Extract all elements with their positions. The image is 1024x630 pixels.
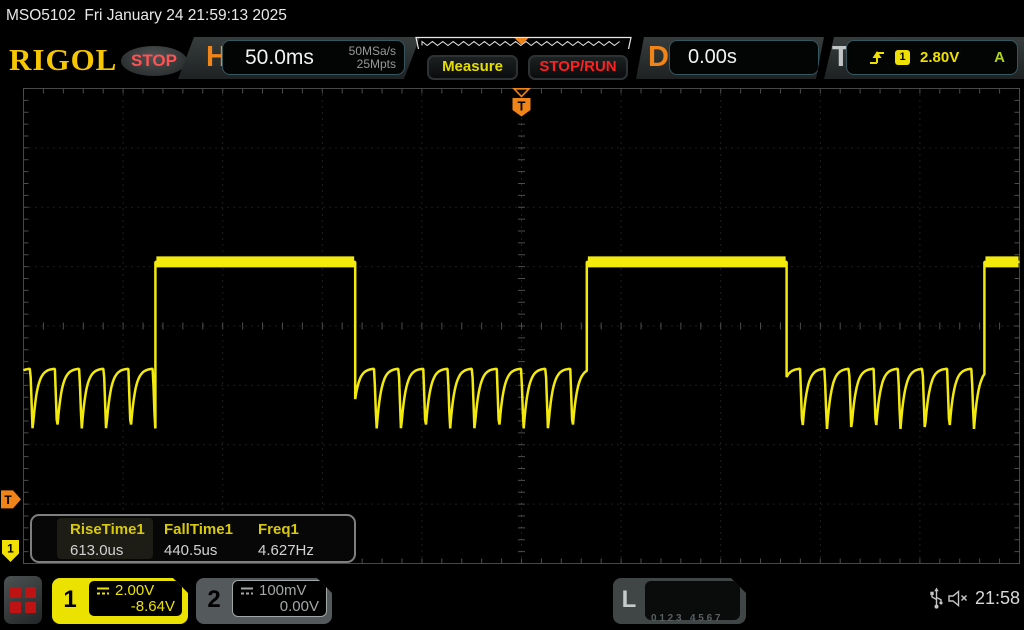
measurement-item[interactable]: FallTime1 440.5us [164,521,258,559]
trigger-sweep-mode: A [994,49,1005,66]
trigger-settings-box[interactable]: T 1 2.80V A [824,37,1024,79]
timebase-value: 50.0ms [245,45,314,69]
delay-value: 0.00s [688,46,737,68]
d-label: D [648,41,669,73]
la-channels-row1: 0 1 2 3 4 5 6 7 [651,613,721,624]
channel-2-block[interactable]: 2 100mV 0.00V [196,578,332,624]
trigger-position-marker[interactable]: T [512,88,531,117]
channel-2-number: 2 [207,586,221,613]
svg-text:T: T [518,99,526,114]
clock: 21:58 [975,588,1021,608]
measurement-value: 4.627Hz [258,542,314,559]
svg-text:1: 1 [7,542,14,556]
channel-1-settings: 2.00V -8.64V [88,580,183,617]
memory-depth: 25Mpts [356,56,396,71]
channel-1-number: 1 [63,586,77,613]
measurement-label: FallTime1 [164,521,233,538]
channel-1-offset: -8.64V [130,598,175,615]
la-channels: 0 1 2 3 4 5 6 7 8 9 10 11 12 13 14 15 [645,581,740,620]
measurement-panel[interactable]: RiseTime1 613.0us FallTime1 440.5us Freq… [30,514,356,563]
measurement-value: 440.5us [164,542,218,559]
trigger-value-box: 1 2.80V A [846,40,1018,75]
measurement-item[interactable]: Freq1 4.627Hz [258,521,352,559]
menu-button[interactable] [4,576,42,624]
rigol-logo: RIGOL [9,42,118,77]
trigger-source-badge: 1 [895,50,910,65]
channel-1-scale: 2.00V [115,582,155,599]
channel-2-offset: 0.00V [279,598,319,615]
memory-position-indicator[interactable] [415,36,632,50]
trigger-level-value: 2.80V [920,49,960,66]
channel-2-scale: 100mV [259,582,307,599]
speaker-muted-icon[interactable] [948,590,971,607]
graticule [23,88,1020,564]
svg-text:T: T [4,493,12,507]
sample-rate: 50MSa/s [348,43,396,58]
timebase-value-box: 50.0ms 50MSa/s 25Mpts [222,40,405,75]
measure-button[interactable]: Measure [427,55,518,80]
channel-1-block[interactable]: 1 2.00V -8.64V [52,578,188,624]
dc-coupling-icon [96,586,110,596]
la-label: L [621,586,637,613]
measurement-label: Freq1 [258,521,299,538]
dc-coupling-icon [240,586,254,596]
run-state-badge: STOP [121,46,187,76]
window-title: MSO5102 Fri January 24 21:59:13 2025 [6,7,287,24]
delay-settings-box[interactable]: D 0.00s [636,37,824,79]
rising-edge-icon [870,50,884,64]
horizontal-settings-box[interactable]: H 50.0ms 50MSa/s 25Mpts [178,37,420,79]
measurement-value: 613.0us [70,542,124,559]
acquisition-info: 50MSa/s 25Mpts [349,45,404,71]
ch1-position-marker[interactable]: 1 [2,540,19,562]
oscilloscope-screen: T T 1 MSO5102 Fri January 24 21:59:13 2025… [0,0,1024,630]
menu-grid-icon [10,587,21,598]
measurement-item[interactable]: RiseTime1 613.0us [70,521,164,559]
delay-value-box: 0.00s [669,40,819,75]
trigger-level-marker[interactable]: T [1,490,21,509]
stop-run-button[interactable]: STOP/RUN [528,55,628,80]
usb-icon [930,587,943,609]
measurement-label: RiseTime1 [70,521,145,538]
channel-2-settings: 100mV 0.00V [232,580,327,617]
logic-analyzer-block[interactable]: L 0 1 2 3 4 5 6 7 8 9 10 11 12 13 14 15 [613,578,746,624]
